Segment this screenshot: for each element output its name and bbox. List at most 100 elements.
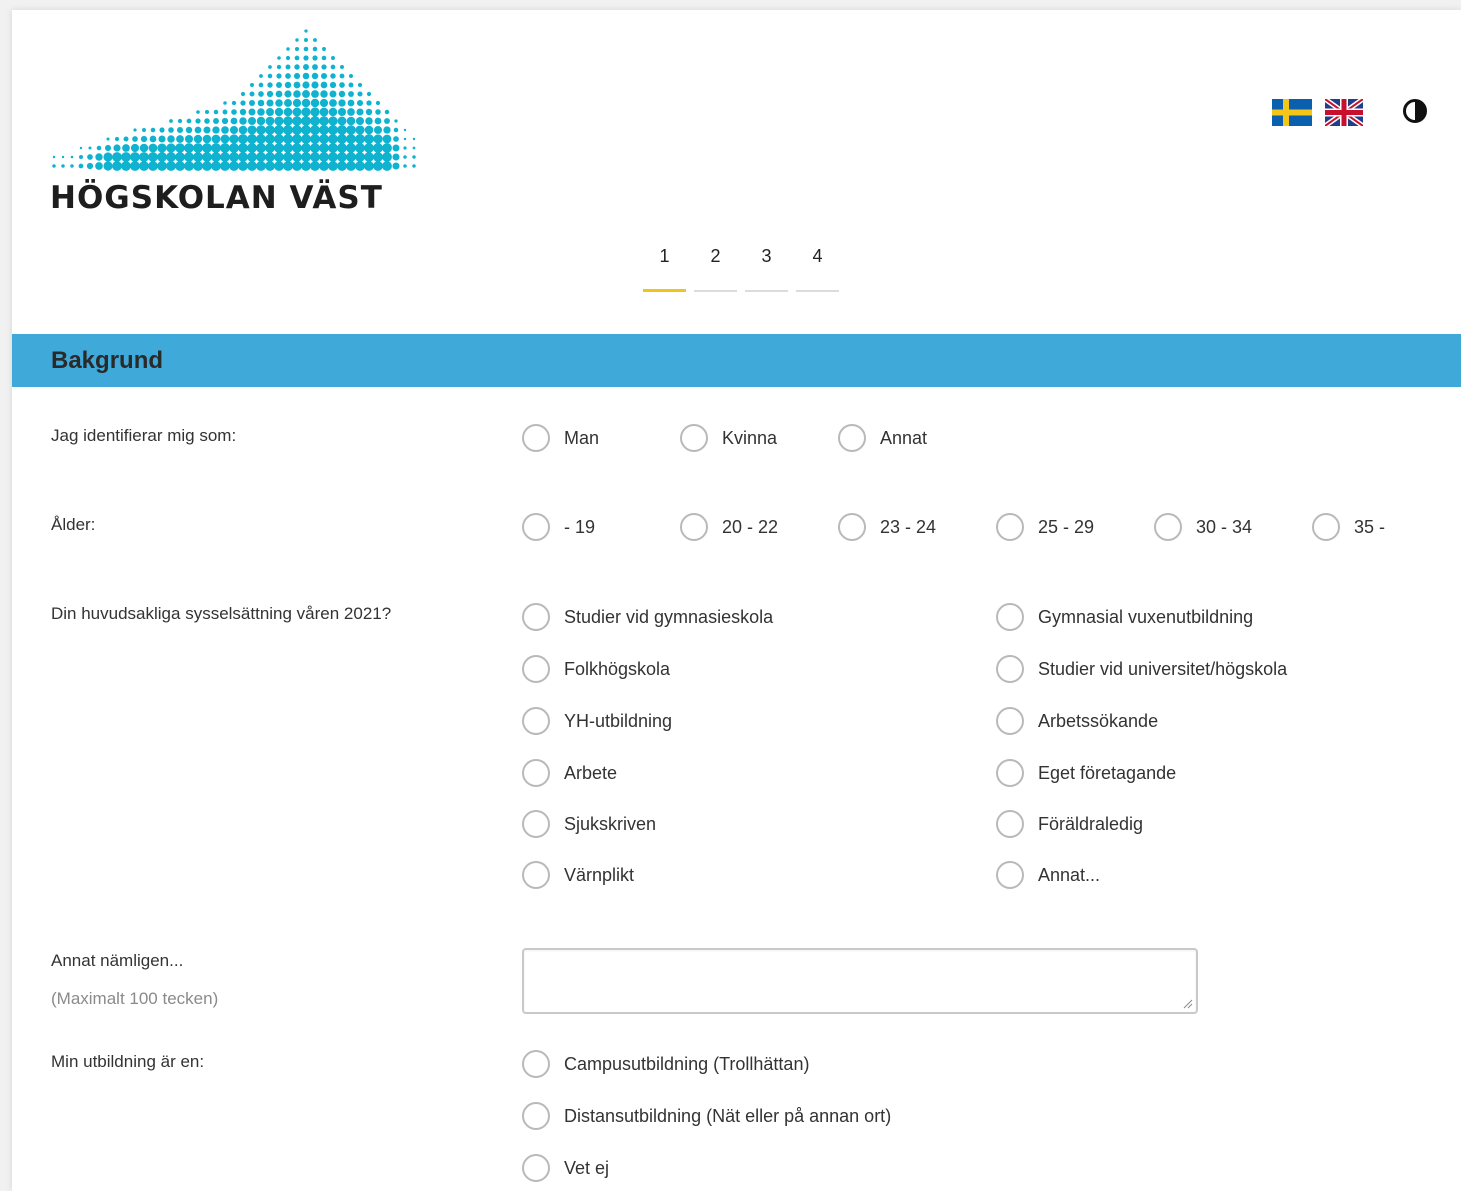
age-option-20-22[interactable]: 20 - 22 (680, 513, 778, 541)
gender-option-man[interactable]: Man (522, 424, 599, 452)
logo-dot (347, 108, 355, 116)
education-option-distance[interactable]: Distansutbildning (Nät eller på annan or… (522, 1102, 891, 1130)
logo-dot (337, 152, 347, 162)
occupation-option[interactable]: Värnplikt (522, 861, 634, 889)
gender-option-annat[interactable]: Annat (838, 424, 927, 452)
logo-dot (274, 143, 284, 153)
step-1-tab[interactable]: 1 (643, 242, 686, 292)
occupation-option[interactable]: Annat... (996, 861, 1100, 889)
radio-button[interactable] (522, 513, 550, 541)
occupation-option[interactable]: Studier vid gymnasieskola (522, 603, 773, 631)
logo-dot (412, 137, 416, 141)
logo-dot (364, 152, 374, 162)
logo-text: HÖGSKOLAN VÄST (50, 180, 383, 216)
radio-button[interactable] (996, 655, 1024, 683)
radio-button[interactable] (996, 603, 1024, 631)
radio-button[interactable] (522, 1154, 550, 1182)
radio-button[interactable] (1154, 513, 1182, 541)
logo-dot (301, 143, 311, 153)
education-option-campus[interactable]: Campusutbildning (Trollhättan) (522, 1050, 809, 1078)
option-label: YH-utbildning (564, 710, 673, 731)
radio-button[interactable] (522, 759, 550, 787)
education-option-unknown[interactable]: Vet ej (522, 1154, 609, 1182)
occupation-option[interactable]: Sjukskriven (522, 810, 656, 838)
occupation-option[interactable]: Studier vid universitet/högskola (996, 655, 1287, 683)
occupation-option[interactable]: Föräldraledig (996, 810, 1143, 838)
step-3-tab[interactable]: 3 (745, 242, 788, 292)
radio-button[interactable] (522, 1050, 550, 1078)
logo-dot (274, 116, 284, 126)
logo-dot (393, 136, 399, 142)
occupation-option[interactable]: Arbete (522, 759, 617, 787)
logo-dot (238, 143, 248, 153)
logo-dot (301, 116, 311, 126)
gender-option-kvinna[interactable]: Kvinna (680, 424, 777, 452)
radio-button[interactable] (996, 513, 1024, 541)
occupation-option[interactable]: Gymnasial vuxenutbildning (996, 603, 1253, 631)
logo-dot (238, 152, 248, 162)
logo-dot (213, 109, 219, 115)
option-label: 35 - (1354, 516, 1386, 537)
logo-dot (132, 136, 138, 142)
age-option-30-34[interactable]: 30 - 34 (1154, 513, 1252, 541)
radio-button[interactable] (522, 655, 550, 683)
logo-dot (294, 64, 300, 70)
other-text-input[interactable] (522, 948, 1198, 1014)
radio-button[interactable] (996, 759, 1024, 787)
logo-dot (319, 107, 329, 117)
step-2-tab[interactable]: 2 (694, 242, 737, 292)
section-header: Bakgrund (12, 334, 1461, 387)
radio-button[interactable] (680, 513, 708, 541)
logo-dot (348, 82, 354, 88)
logo-dot (373, 143, 383, 153)
occupation-option[interactable]: YH-utbildning (522, 707, 672, 735)
logo-dot (292, 152, 302, 162)
logo-dot (313, 38, 317, 42)
logo-dot (247, 134, 257, 144)
logo-dot (166, 152, 176, 162)
logo-dot (319, 134, 329, 144)
step-4-tab[interactable]: 4 (796, 242, 839, 292)
occupation-option[interactable]: Eget företagande (996, 759, 1176, 787)
logo-dot (320, 90, 328, 98)
logo-dot (95, 153, 103, 161)
radio-button[interactable] (522, 603, 550, 631)
radio-button[interactable] (1312, 513, 1340, 541)
logo-dot (265, 116, 275, 126)
logo-dot (212, 126, 220, 134)
logo-dot (229, 143, 239, 153)
logo-dot (249, 91, 255, 97)
radio-button[interactable] (996, 861, 1024, 889)
occupation-option[interactable]: Arbetssökande (996, 707, 1158, 735)
age-option-25-29[interactable]: 25 - 29 (996, 513, 1094, 541)
radio-button[interactable] (996, 810, 1024, 838)
logo-dot (412, 155, 416, 159)
logo-dot (302, 72, 310, 80)
logo-dot (220, 161, 230, 171)
option-label: Gymnasial vuxenutbildning (1038, 606, 1254, 627)
age-option-35-plus[interactable]: 35 - (1312, 513, 1385, 541)
radio-button[interactable] (522, 1102, 550, 1130)
radio-button[interactable] (522, 707, 550, 735)
contrast-icon[interactable] (1402, 98, 1428, 129)
radio-button[interactable] (522, 810, 550, 838)
age-option-23-24[interactable]: 23 - 24 (838, 513, 936, 541)
logo-dot (221, 126, 229, 134)
occupation-option[interactable]: Folkhögskola (522, 655, 670, 683)
logo-dot (294, 55, 300, 61)
age-option-under-19[interactable]: - 19 (522, 513, 595, 541)
option-label: 23 - 24 (880, 516, 937, 537)
logo-dot (139, 161, 149, 171)
logo-dot (202, 134, 212, 144)
logo-dot (277, 56, 281, 60)
swedish-flag-icon[interactable] (1272, 99, 1312, 131)
radio-button[interactable] (522, 424, 550, 452)
radio-button[interactable] (838, 513, 866, 541)
radio-button[interactable] (522, 861, 550, 889)
option-label: Arbetssökande (1038, 710, 1159, 731)
uk-flag-icon[interactable] (1323, 96, 1365, 131)
radio-button[interactable] (838, 424, 866, 452)
radio-button[interactable] (680, 424, 708, 452)
radio-button[interactable] (996, 707, 1024, 735)
logo-dot (193, 152, 203, 162)
